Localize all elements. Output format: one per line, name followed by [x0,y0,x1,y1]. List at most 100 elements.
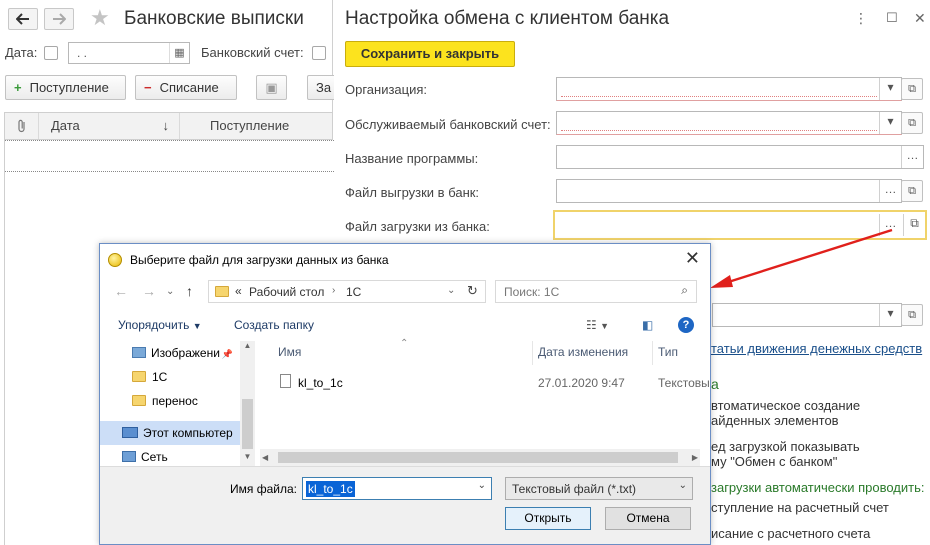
expense-button[interactable]: − Списание [135,75,237,100]
tree-item-network[interactable]: Сеть [100,445,240,466]
section-heading: а [711,376,719,392]
help-icon[interactable]: ? [678,317,694,333]
path-folder[interactable]: 1С [346,285,361,299]
back-button[interactable] [8,8,38,30]
dropdown-icon[interactable]: ▾ [879,112,901,134]
file-type-select[interactable]: Текстовый файл (*.txt) ⌄ [505,477,693,500]
chevron-down-icon: ▼ [192,321,202,331]
dropdown-icon[interactable]: ▾ [879,78,901,100]
select-ellipsis-icon[interactable]: … [879,180,901,202]
files-horizontal-scrollbar[interactable]: ◀ ▶ [260,449,700,466]
filename-label: Имя файла: [230,482,297,496]
scroll-up-icon[interactable]: ▲ [240,341,255,355]
navigation-tree: Изображени 📌 1С перенос Этот компьютер Се… [100,341,255,466]
date-checkbox[interactable] [44,46,58,60]
chevron-down-icon[interactable]: ⌄ [447,285,455,296]
scroll-left-icon[interactable]: ◀ [262,449,268,466]
open-window-icon: ⧉ [908,309,916,321]
path-desktop[interactable]: Рабочий стол [249,285,324,299]
arrow-right-icon [53,13,67,25]
tree-scroll-thumb[interactable] [242,399,253,449]
tree-item-1c[interactable]: 1С [100,365,240,389]
bank-account-label: Банковский счет: [201,45,304,60]
print-button[interactable]: ▣ [256,75,287,100]
sort-down-icon: ↓ [162,118,170,133]
refresh-icon[interactable]: ↻ [467,283,478,299]
chevron-down-icon[interactable]: ⌄ [478,480,486,491]
tree-item-pictures[interactable]: Изображени 📌 [100,341,240,365]
plus-icon: + [14,80,22,95]
address-bar[interactable]: « Рабочий стол › 1С ⌄ ↻ [208,280,486,303]
bank-account-field[interactable]: ▾ [556,111,902,135]
dialog-title: Выберите файл для загрузки данных из бан… [130,253,389,267]
modified-column-header[interactable]: Дата изменения [538,345,628,359]
income-column-header[interactable]: Поступление [180,113,334,139]
auto-create-text-2: айденных элементов [711,413,839,428]
cash-flow-link[interactable]: татьи движения денежных средств [711,341,922,356]
filename-value: kl_to_1c [306,481,355,497]
cash-flow-field[interactable]: ▾ [712,303,902,327]
tree-item-transfer[interactable]: перенос [100,389,240,413]
organize-menu[interactable]: Упорядочить ▼ [118,318,202,332]
open-account-button[interactable]: ⧉ [901,112,923,134]
close-icon[interactable]: ✕ [685,248,700,269]
favorite-star-icon[interactable]: ★ [90,6,110,30]
close-icon[interactable]: ✕ [914,10,926,27]
new-folder-button[interactable]: Создать папку [234,318,314,332]
file-name: kl_to_1c [298,376,343,390]
preview-pane-icon[interactable]: ◧ [642,318,653,332]
history-dropdown-icon[interactable]: ⌄ [166,286,174,297]
annotation-arrow-icon [710,228,893,288]
scroll-down-icon[interactable]: ▼ [240,452,255,466]
arrow-left-icon [15,13,29,25]
files-scroll-thumb[interactable] [278,452,678,463]
forward-button[interactable] [44,8,74,30]
bank-account-checkbox[interactable] [312,46,326,60]
open-button[interactable]: Открыть [505,507,591,530]
file-row[interactable]: kl_to_1c 27.01.2020 9:47 Текстовы [276,372,710,394]
date-value: . . [77,46,88,60]
pictures-icon [132,347,146,358]
scroll-right-icon[interactable]: ▶ [692,449,698,466]
calendar-icon[interactable]: ▦ [169,43,189,63]
open-window-icon: ⧉ [908,185,916,197]
path-overflow[interactable]: « [235,284,242,298]
table-row[interactable] [5,140,334,172]
organization-field[interactable]: ▾ [556,77,902,101]
save-and-close-button[interactable]: Сохранить и закрыть [345,41,515,67]
program-name-label: Название программы: [345,151,479,166]
open-upload-file-button[interactable]: ⧉ [901,180,923,202]
open-window-icon[interactable]: ⧉ [903,214,925,236]
attachment-column[interactable] [5,113,39,139]
tree-scrollbar[interactable]: ▲ ▼ [240,341,255,466]
dropdown-icon[interactable]: ▾ [879,304,901,326]
post-income-option[interactable]: ступление на расчетный счет [711,500,889,515]
chevron-right-icon: › [332,285,336,296]
download-file-label: Файл загрузки из банка: [345,219,490,234]
open-organization-button[interactable]: ⧉ [901,78,923,100]
maximize-icon[interactable]: ☐ [886,10,898,26]
tree-item-this-pc[interactable]: Этот компьютер [100,421,240,445]
upload-file-field[interactable]: … [556,179,902,203]
type-column-header[interactable]: Тип [658,345,678,359]
column-divider [532,341,533,365]
statements-table-header: Дата ↓ Поступление [4,112,333,140]
post-expense-option[interactable]: исание с расчетного счета [711,526,870,541]
name-column-header[interactable]: Имя [278,345,301,359]
back-arrow-icon[interactable]: ← [114,283,128,299]
up-arrow-icon[interactable]: ↑ [186,283,193,299]
filename-input[interactable]: kl_to_1c ⌄ [302,477,492,500]
bank-account-label: Обслуживаемый банковский счет: [345,117,551,132]
forward-arrow-icon[interactable]: → [142,283,156,299]
search-input[interactable]: Поиск: 1С ⌕ [495,280,697,303]
more-menu-icon[interactable]: ⋮ [854,10,868,27]
select-ellipsis-icon[interactable]: … [901,146,923,168]
dialog-app-icon [108,253,122,267]
date-column-header[interactable]: Дата ↓ [39,113,180,139]
income-button[interactable]: + Поступление [5,75,126,100]
view-options-icon[interactable]: ☷ ▼ [586,318,609,332]
open-cash-flow-button[interactable]: ⧉ [901,304,923,326]
program-name-field[interactable]: … [556,145,924,169]
cancel-button[interactable]: Отмена [605,507,691,530]
date-input[interactable]: . . ▦ [68,42,190,64]
